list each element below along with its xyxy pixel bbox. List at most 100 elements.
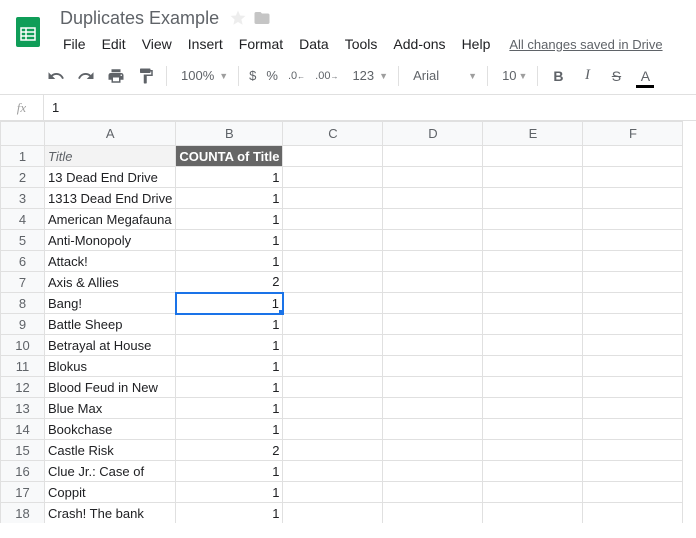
cell[interactable] <box>583 251 683 272</box>
row-header[interactable]: 10 <box>1 335 45 356</box>
cell[interactable] <box>483 314 583 335</box>
cell-title[interactable]: Castle Risk <box>45 440 176 461</box>
row-header[interactable]: 3 <box>1 188 45 209</box>
cell[interactable] <box>383 167 483 188</box>
menu-view[interactable]: View <box>135 33 179 55</box>
cell[interactable] <box>383 251 483 272</box>
sheets-logo-icon[interactable] <box>8 12 48 52</box>
menu-tools[interactable]: Tools <box>338 33 385 55</box>
percent-format-button[interactable]: % <box>262 68 282 83</box>
cell-title[interactable]: Clue Jr.: Case of <box>45 461 176 482</box>
cell-count[interactable]: 1 <box>176 167 283 188</box>
cell[interactable] <box>383 314 483 335</box>
spreadsheet-grid[interactable]: ABCDEF1TitleCOUNTA of Title213 Dead End … <box>0 121 696 523</box>
cell[interactable] <box>483 419 583 440</box>
undo-button[interactable] <box>42 62 70 90</box>
row-header[interactable]: 1 <box>1 146 45 167</box>
cell[interactable] <box>383 209 483 230</box>
cell-title[interactable]: Betrayal at House <box>45 335 176 356</box>
bold-button[interactable]: B <box>544 62 572 90</box>
cell-count[interactable]: 1 <box>176 398 283 419</box>
cell[interactable] <box>483 251 583 272</box>
column-header-c[interactable]: C <box>283 122 383 146</box>
cell[interactable] <box>283 188 383 209</box>
font-dropdown[interactable]: Arial▼ <box>405 63 481 89</box>
header-cell-title[interactable]: Title <box>45 146 176 167</box>
row-header[interactable]: 6 <box>1 251 45 272</box>
cell[interactable] <box>583 314 683 335</box>
column-header-e[interactable]: E <box>483 122 583 146</box>
print-button[interactable] <box>102 62 130 90</box>
cell[interactable] <box>383 335 483 356</box>
cell[interactable] <box>583 146 683 167</box>
row-header[interactable]: 16 <box>1 461 45 482</box>
cell[interactable] <box>483 440 583 461</box>
cell[interactable] <box>483 398 583 419</box>
cell[interactable] <box>283 503 383 524</box>
cell-title[interactable]: Blood Feud in New <box>45 377 176 398</box>
cell[interactable] <box>483 503 583 524</box>
row-header[interactable]: 11 <box>1 356 45 377</box>
cell-title[interactable]: Battle Sheep <box>45 314 176 335</box>
increase-decimal-button[interactable]: .00→ <box>311 70 342 82</box>
cell-count[interactable]: 1 <box>176 356 283 377</box>
cell[interactable] <box>283 335 383 356</box>
cell[interactable] <box>483 230 583 251</box>
cell[interactable] <box>383 461 483 482</box>
cell-title[interactable]: Crash! The bank <box>45 503 176 524</box>
column-header-b[interactable]: B <box>176 122 283 146</box>
cell[interactable] <box>283 356 383 377</box>
cell-count[interactable]: 1 <box>176 335 283 356</box>
cell[interactable] <box>483 167 583 188</box>
font-size-dropdown[interactable]: 10▼ <box>494 63 531 89</box>
cell[interactable] <box>283 293 383 314</box>
cell-title[interactable]: Attack! <box>45 251 176 272</box>
row-header[interactable]: 15 <box>1 440 45 461</box>
cell[interactable] <box>383 230 483 251</box>
row-header[interactable]: 14 <box>1 419 45 440</box>
menu-data[interactable]: Data <box>292 33 336 55</box>
cell[interactable] <box>583 482 683 503</box>
cell-count[interactable]: 1 <box>176 461 283 482</box>
cell-title[interactable]: Bookchase <box>45 419 176 440</box>
cell[interactable] <box>383 356 483 377</box>
cell-count[interactable]: 1 <box>176 419 283 440</box>
paint-format-button[interactable] <box>132 62 160 90</box>
cell-count[interactable]: 1 <box>176 503 283 524</box>
cell[interactable] <box>483 377 583 398</box>
cell[interactable] <box>383 440 483 461</box>
cell-count[interactable]: 1 <box>176 377 283 398</box>
cell[interactable] <box>283 461 383 482</box>
header-cell-count[interactable]: COUNTA of Title <box>176 146 283 167</box>
menu-help[interactable]: Help <box>455 33 498 55</box>
cell[interactable] <box>583 503 683 524</box>
cell-count[interactable]: 1 <box>176 188 283 209</box>
cell[interactable] <box>583 230 683 251</box>
cell[interactable] <box>283 167 383 188</box>
cell-title[interactable]: Blue Max <box>45 398 176 419</box>
cell[interactable] <box>383 377 483 398</box>
save-status[interactable]: All changes saved in Drive <box>509 37 662 52</box>
row-header[interactable]: 4 <box>1 209 45 230</box>
italic-button[interactable]: I <box>573 62 601 90</box>
cell[interactable] <box>483 272 583 293</box>
redo-button[interactable] <box>72 62 100 90</box>
strikethrough-button[interactable]: S <box>602 62 630 90</box>
cell[interactable] <box>583 335 683 356</box>
cell[interactable] <box>583 440 683 461</box>
cell[interactable] <box>383 293 483 314</box>
cell[interactable] <box>383 272 483 293</box>
text-color-button[interactable]: A <box>631 62 659 90</box>
cell[interactable] <box>383 188 483 209</box>
column-header-a[interactable]: A <box>45 122 176 146</box>
cell[interactable] <box>283 482 383 503</box>
cell-title[interactable]: Axis & Allies <box>45 272 176 293</box>
column-header-f[interactable]: F <box>583 122 683 146</box>
cell[interactable] <box>583 419 683 440</box>
cell[interactable] <box>583 356 683 377</box>
cell[interactable] <box>383 146 483 167</box>
cell-count[interactable]: 2 <box>176 440 283 461</box>
cell[interactable] <box>483 293 583 314</box>
row-header[interactable]: 5 <box>1 230 45 251</box>
cell[interactable] <box>283 440 383 461</box>
